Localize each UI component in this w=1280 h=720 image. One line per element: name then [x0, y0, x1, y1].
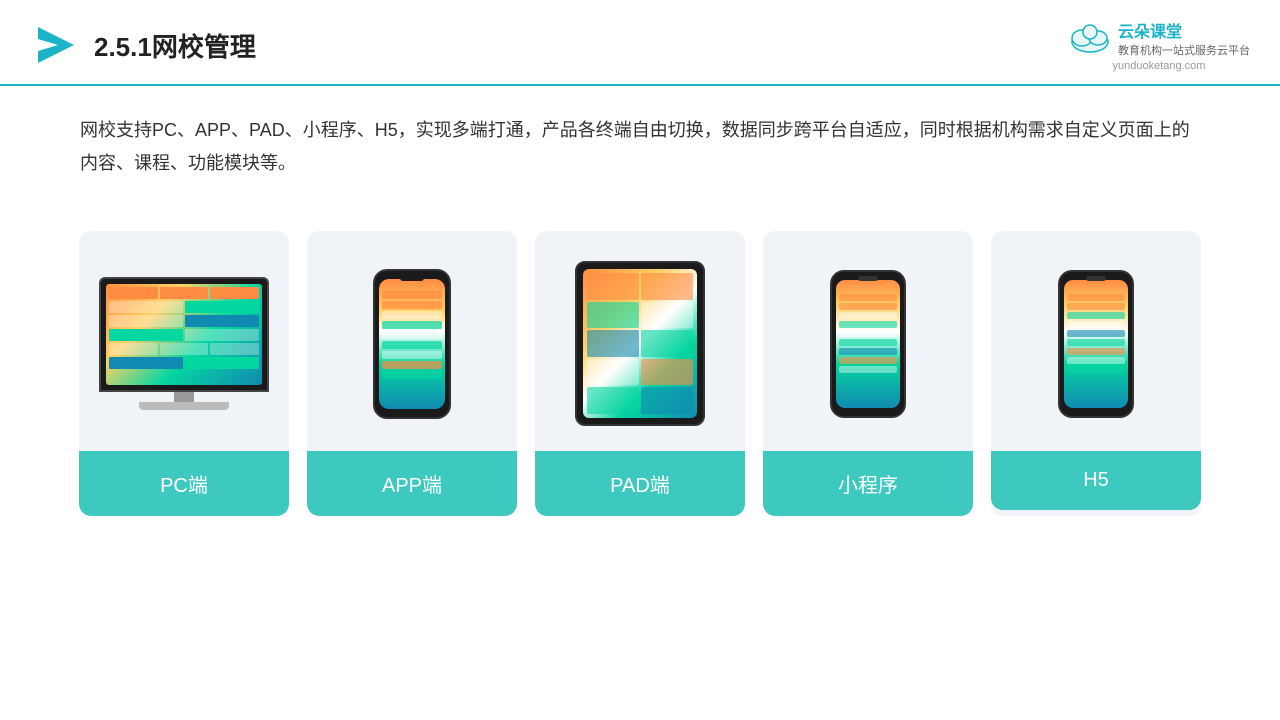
pc-neck — [174, 392, 194, 402]
card-app-label: APP端 — [307, 451, 517, 516]
header: 2.5.1网校管理 云朵课堂 教育机构一站式服务云平台 yunduoketang… — [0, 0, 1280, 86]
card-pc-image — [79, 231, 289, 451]
h5-phone-screen — [1064, 280, 1128, 408]
phone-mockup — [367, 269, 457, 419]
mini-phone-outer — [830, 270, 906, 418]
phone-outer — [373, 269, 451, 419]
cards-section: PC端 — [0, 201, 1280, 536]
description-text: 网校支持PC、APP、PAD、小程序、H5，实现多端打通，产品各终端自由切换，数… — [0, 86, 1280, 191]
tablet-screen — [583, 269, 697, 418]
h5-phone-notch — [1086, 276, 1106, 281]
logo-arrow-icon — [30, 21, 78, 69]
h5-phone-wrap — [1058, 270, 1134, 418]
h5-phone-outer — [1058, 270, 1134, 418]
card-h5-label: H5 — [991, 451, 1201, 510]
brand-logo: 云朵课堂 教育机构一站式服务云平台 — [1068, 18, 1250, 58]
tablet-outer — [575, 261, 705, 426]
card-h5-image — [991, 231, 1201, 451]
brand-tagline: 教育机构一站式服务云平台 — [1118, 42, 1250, 58]
card-miniprogram-image — [763, 231, 973, 451]
mini-phone-notch — [858, 276, 878, 281]
brand-url: yunduoketang.com — [1113, 60, 1206, 72]
phone-screen — [379, 279, 445, 409]
card-app: APP端 — [307, 231, 517, 516]
tablet-mockup — [570, 261, 710, 426]
description-content: 网校支持PC、APP、PAD、小程序、H5，实现多端打通，产品各终端自由切换，数… — [80, 120, 1190, 173]
pc-base — [139, 402, 229, 410]
header-right: 云朵课堂 教育机构一站式服务云平台 yunduoketang.com — [1068, 18, 1250, 72]
pc-mockup — [94, 277, 274, 410]
card-miniprogram-label: 小程序 — [763, 451, 973, 516]
mini-phone-screen — [836, 280, 900, 408]
header-left: 2.5.1网校管理 — [30, 21, 256, 69]
card-pad-label: PAD端 — [535, 451, 745, 516]
card-app-image — [307, 231, 517, 451]
pc-screen-outer — [99, 277, 269, 392]
pc-screen-inner — [106, 284, 262, 385]
card-pc-label: PC端 — [79, 451, 289, 516]
cloud-icon — [1068, 22, 1112, 54]
card-h5: H5 — [991, 231, 1201, 516]
brand-name: 云朵课堂 — [1118, 18, 1250, 42]
page-title: 2.5.1网校管理 — [94, 27, 256, 64]
card-pc: PC端 — [79, 231, 289, 516]
card-pad: PAD端 — [535, 231, 745, 516]
card-miniprogram: 小程序 — [763, 231, 973, 516]
card-pad-image — [535, 231, 745, 451]
mini-phone-wrap — [830, 270, 906, 418]
phone-notch — [400, 275, 424, 281]
